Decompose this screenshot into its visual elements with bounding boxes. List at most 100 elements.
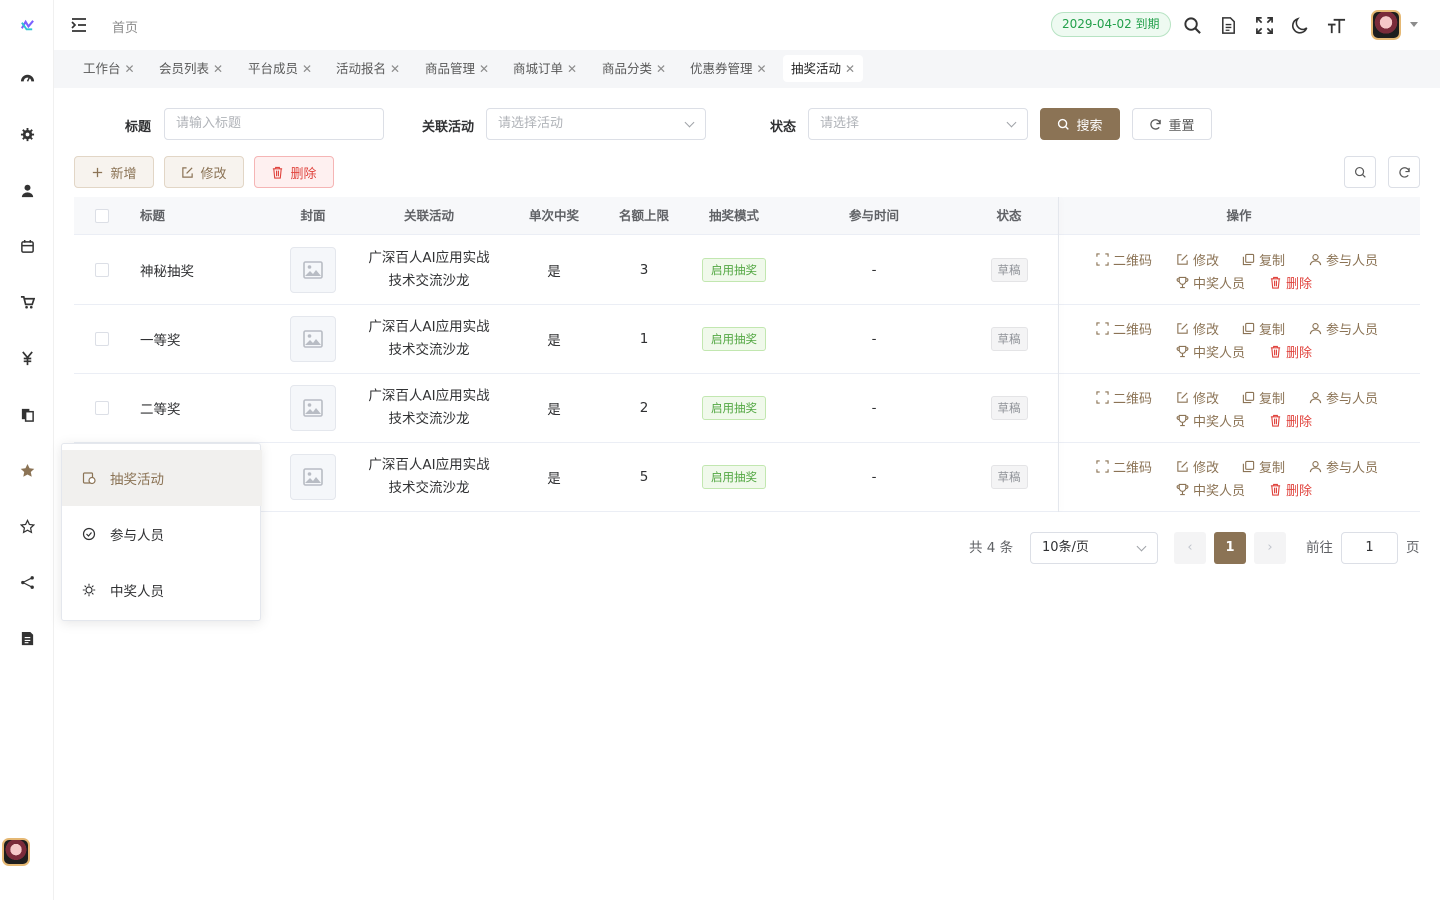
winners-action[interactable]: 中奖人员 bbox=[1176, 342, 1245, 361]
cart-icon[interactable] bbox=[18, 293, 36, 311]
copy-action[interactable]: 复制 bbox=[1242, 388, 1285, 407]
copy-action[interactable]: 复制 bbox=[1242, 250, 1285, 269]
document-icon[interactable] bbox=[18, 629, 36, 647]
toggle-search-button[interactable] bbox=[1344, 156, 1376, 188]
tab-coupons[interactable]: 优惠券管理 ✕ bbox=[682, 55, 775, 82]
moon-icon[interactable] bbox=[1290, 15, 1310, 35]
row-activity: 广深百人AI应用实战 技术交流沙龙 bbox=[354, 454, 504, 500]
tab-goods[interactable]: 商品管理 ✕ bbox=[417, 55, 497, 82]
close-icon[interactable]: ✕ bbox=[845, 62, 855, 76]
title-input[interactable]: 请输入标题 bbox=[164, 108, 384, 140]
tab-lottery[interactable]: 抽奖活动 ✕ bbox=[783, 55, 864, 82]
submenu-item-lottery[interactable]: 抽奖活动 bbox=[62, 450, 262, 506]
status-select[interactable]: 请选择 bbox=[808, 108, 1028, 140]
edit-action[interactable]: 修改 bbox=[1176, 457, 1219, 476]
tab-activity-signup[interactable]: 活动报名 ✕ bbox=[328, 55, 408, 82]
delete-action[interactable]: 删除 bbox=[1269, 480, 1312, 499]
edit-button[interactable]: 修改 bbox=[164, 156, 244, 188]
qrcode-action[interactable]: 二维码 bbox=[1096, 250, 1152, 269]
documents-icon[interactable] bbox=[18, 405, 36, 423]
cover-thumbnail[interactable] bbox=[290, 247, 336, 293]
close-icon[interactable]: ✕ bbox=[479, 62, 489, 76]
delete-button[interactable]: 删除 bbox=[254, 156, 334, 188]
search-icon[interactable] bbox=[1182, 15, 1202, 35]
share-icon[interactable] bbox=[18, 573, 36, 591]
row-activity: 广深百人AI应用实战 技术交流沙龙 bbox=[354, 316, 504, 362]
cover-thumbnail[interactable] bbox=[290, 454, 336, 500]
row-checkbox[interactable] bbox=[95, 401, 109, 415]
tab-orders[interactable]: 商城订单 ✕ bbox=[505, 55, 585, 82]
submenu-item-winners[interactable]: 中奖人员 bbox=[62, 562, 262, 618]
refresh-button[interactable] bbox=[1388, 156, 1420, 188]
tab-platform-members[interactable]: 平台成员 ✕ bbox=[240, 55, 320, 82]
col-limit: 名额上限 bbox=[618, 208, 669, 223]
logo-icon[interactable] bbox=[18, 16, 36, 34]
row-checkbox[interactable] bbox=[95, 332, 109, 346]
menu-fold-icon[interactable] bbox=[70, 16, 88, 38]
next-page-button[interactable]: › bbox=[1254, 532, 1286, 564]
qrcode-action[interactable]: 二维码 bbox=[1096, 388, 1152, 407]
participants-action[interactable]: 参与人员 bbox=[1309, 319, 1378, 338]
sun-icon bbox=[82, 583, 96, 597]
winners-action[interactable]: 中奖人员 bbox=[1176, 480, 1245, 499]
close-icon[interactable]: ✕ bbox=[757, 62, 767, 76]
action-label: 复制 bbox=[1259, 323, 1286, 338]
activity-select[interactable]: 请选择活动 bbox=[486, 108, 706, 140]
winners-action[interactable]: 中奖人员 bbox=[1176, 273, 1245, 292]
goto-page-input[interactable]: 1 bbox=[1341, 532, 1398, 564]
yen-icon[interactable] bbox=[18, 349, 36, 367]
chevron-down-icon[interactable] bbox=[1410, 22, 1418, 31]
delete-action[interactable]: 删除 bbox=[1269, 411, 1312, 430]
edit-button-label: 修改 bbox=[200, 166, 227, 182]
page-1-button[interactable]: 1 bbox=[1214, 532, 1246, 564]
cover-thumbnail[interactable] bbox=[290, 316, 336, 362]
user-icon[interactable] bbox=[18, 181, 36, 199]
delete-action[interactable]: 删除 bbox=[1269, 273, 1312, 292]
participants-action[interactable]: 参与人员 bbox=[1309, 457, 1378, 476]
close-icon[interactable]: ✕ bbox=[656, 62, 666, 76]
winners-action[interactable]: 中奖人员 bbox=[1176, 411, 1245, 430]
tab-categories[interactable]: 商品分类 ✕ bbox=[594, 55, 674, 82]
qrcode-icon bbox=[1096, 322, 1109, 335]
doc-icon[interactable] bbox=[1218, 15, 1238, 35]
participants-action[interactable]: 参与人员 bbox=[1309, 388, 1378, 407]
font-size-icon[interactable] bbox=[1326, 15, 1346, 35]
gear-icon[interactable] bbox=[18, 125, 36, 143]
close-icon[interactable]: ✕ bbox=[213, 62, 223, 76]
edit-icon bbox=[182, 166, 194, 178]
prev-page-button[interactable]: ‹ bbox=[1174, 532, 1206, 564]
edit-action[interactable]: 修改 bbox=[1176, 250, 1219, 269]
row-checkbox[interactable] bbox=[95, 263, 109, 277]
close-icon[interactable]: ✕ bbox=[567, 62, 577, 76]
page-size-select[interactable]: 10条/页 bbox=[1030, 532, 1158, 564]
close-icon[interactable]: ✕ bbox=[125, 62, 135, 76]
edit-action[interactable]: 修改 bbox=[1176, 319, 1219, 338]
sidebar-avatar[interactable] bbox=[2, 838, 30, 866]
delete-action[interactable]: 删除 bbox=[1269, 342, 1312, 361]
action-label: 删除 bbox=[1286, 277, 1313, 292]
dashboard-icon[interactable] bbox=[18, 69, 36, 87]
calendar-icon[interactable] bbox=[18, 237, 36, 255]
close-icon[interactable]: ✕ bbox=[302, 62, 312, 76]
qrcode-action[interactable]: 二维码 bbox=[1096, 319, 1152, 338]
select-all-checkbox[interactable] bbox=[95, 209, 109, 223]
qrcode-action[interactable]: 二维码 bbox=[1096, 457, 1152, 476]
copy-action[interactable]: 复制 bbox=[1242, 457, 1285, 476]
star-filled-icon[interactable] bbox=[18, 461, 36, 479]
user-avatar[interactable] bbox=[1371, 10, 1401, 40]
add-button[interactable]: 新增 bbox=[74, 156, 154, 188]
tab-member-list[interactable]: 会员列表 ✕ bbox=[151, 55, 231, 82]
edit-action[interactable]: 修改 bbox=[1176, 388, 1219, 407]
fullscreen-icon[interactable] bbox=[1254, 15, 1274, 35]
cover-thumbnail[interactable] bbox=[290, 385, 336, 431]
star-outline-icon[interactable] bbox=[18, 517, 36, 535]
submenu-item-participants[interactable]: 参与人员 bbox=[62, 506, 262, 562]
close-icon[interactable]: ✕ bbox=[390, 62, 400, 76]
breadcrumb[interactable]: 首页 bbox=[112, 17, 138, 36]
participants-action[interactable]: 参与人员 bbox=[1309, 250, 1378, 269]
tab-workbench[interactable]: 工作台 ✕ bbox=[75, 55, 143, 82]
reset-button[interactable]: 重置 bbox=[1132, 108, 1212, 140]
copy-action[interactable]: 复制 bbox=[1242, 319, 1285, 338]
row-join-time: - bbox=[871, 469, 877, 485]
search-button[interactable]: 搜索 bbox=[1040, 108, 1120, 140]
